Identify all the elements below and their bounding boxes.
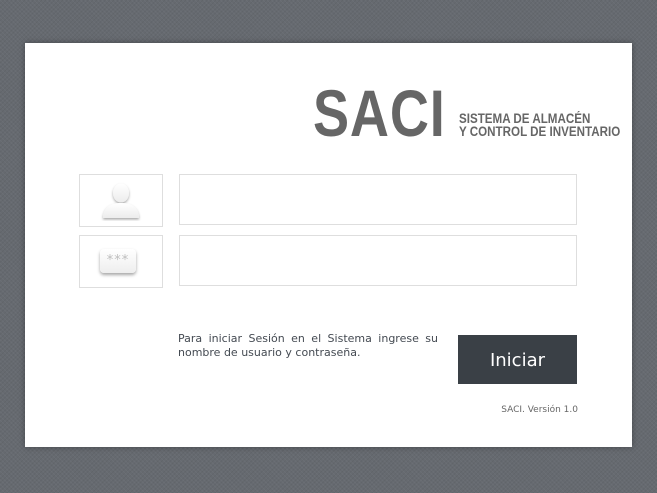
logo-main-text: SACI — [313, 76, 446, 150]
logo-subtitle: SISTEMA DE ALMACÉN Y CONTROL DE INVENTAR… — [459, 112, 620, 139]
username-input[interactable] — [179, 174, 577, 225]
password-input[interactable] — [179, 235, 577, 286]
logo-subtitle-line2: Y CONTROL DE INVENTARIO — [458, 124, 620, 139]
login-card: SACI SISTEMA DE ALMACÉN Y CONTROL DE INV… — [25, 43, 632, 447]
password-icon: *** — [100, 249, 136, 273]
login-instructions: Para iniciar Sesión en el Sistema ingres… — [178, 332, 438, 359]
login-button[interactable]: Iniciar — [458, 335, 577, 384]
user-icon — [103, 183, 139, 218]
password-icon-box: *** — [79, 235, 163, 288]
username-icon-box — [79, 174, 163, 227]
saci-logo: SACI SISTEMA DE ALMACÉN Y CONTROL DE INV… — [313, 76, 646, 150]
version-label: SACI. Versión 1.0 — [501, 405, 578, 415]
